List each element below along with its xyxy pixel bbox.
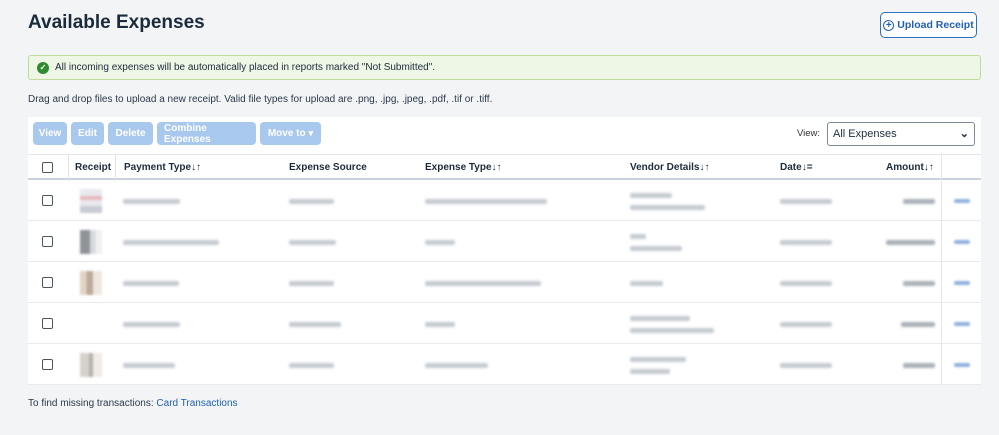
column-amount[interactable]: Amount↓↑ xyxy=(886,162,934,173)
row-checkbox[interactable] xyxy=(42,195,53,206)
row-actions[interactable] xyxy=(954,281,970,285)
column-receipt: Receipt xyxy=(75,162,112,173)
chevron-down-icon: ⌄ xyxy=(959,128,969,140)
footer-text: To find missing transactions: xyxy=(28,398,154,409)
row-actions[interactable] xyxy=(954,199,970,203)
row-actions[interactable] xyxy=(954,363,970,367)
table-toolbar: View Edit Delete Combine Expenses Move t… xyxy=(33,122,321,145)
table-row[interactable] xyxy=(28,304,981,344)
alert-message: All incoming expenses will be automatica… xyxy=(55,62,436,73)
move-to-label: Move to xyxy=(267,128,306,139)
move-to-button[interactable]: Move to ▾ xyxy=(260,122,321,145)
view-button[interactable]: View xyxy=(33,122,67,145)
row-actions[interactable] xyxy=(954,240,970,244)
sort-icon: ↓= xyxy=(801,162,813,173)
table-row[interactable] xyxy=(28,345,981,385)
delete-button[interactable]: Delete xyxy=(108,122,153,145)
card-transactions-link[interactable]: Card Transactions xyxy=(156,398,237,409)
receipt-thumbnail[interactable] xyxy=(80,189,102,213)
edit-button[interactable]: Edit xyxy=(71,122,104,145)
column-divider xyxy=(68,155,69,181)
chevron-down-icon: ▾ xyxy=(308,128,314,138)
table-row[interactable] xyxy=(28,181,981,221)
upload-receipt-button[interactable]: + Upload Receipt xyxy=(880,12,977,38)
add-circle-icon: + xyxy=(883,19,895,31)
info-alert: ✓ All incoming expenses will be automati… xyxy=(28,55,981,80)
row-checkbox[interactable] xyxy=(42,318,53,329)
column-vendor-details[interactable]: Vendor Details↓↑ xyxy=(630,162,709,173)
row-checkbox[interactable] xyxy=(42,236,53,247)
sort-icon: ↓↑ xyxy=(923,162,934,173)
table-row[interactable] xyxy=(28,222,981,262)
sort-icon: ↓↑ xyxy=(191,162,202,173)
upload-hint: Drag and drop files to upload a new rece… xyxy=(28,94,493,105)
upload-receipt-label: Upload Receipt xyxy=(897,19,974,31)
page-title: Available Expenses xyxy=(28,12,205,33)
table-row[interactable] xyxy=(28,263,981,303)
receipt-thumbnail[interactable] xyxy=(80,353,102,377)
column-date[interactable]: Date↓= xyxy=(780,162,813,173)
combine-expenses-button[interactable]: Combine Expenses xyxy=(157,122,256,145)
footer-note: To find missing transactions: Card Trans… xyxy=(28,398,238,409)
row-checkbox[interactable] xyxy=(42,277,53,288)
view-filter-select[interactable]: All Expenses ⌄ xyxy=(827,122,975,146)
receipt-thumbnail[interactable] xyxy=(80,230,102,254)
view-filter-label: View: xyxy=(797,128,821,139)
row-actions[interactable] xyxy=(954,322,970,326)
check-circle-icon: ✓ xyxy=(37,61,49,74)
receipt-thumbnail[interactable] xyxy=(80,271,102,295)
column-divider xyxy=(115,155,116,181)
table-header: Receipt Payment Type↓↑ Expense Source Ex… xyxy=(28,154,981,181)
view-filter-value: All Expenses xyxy=(833,128,897,140)
sort-icon: ↓↑ xyxy=(699,162,710,173)
column-payment-type[interactable]: Payment Type↓↑ xyxy=(124,162,201,173)
select-all-checkbox[interactable] xyxy=(42,162,53,173)
row-checkbox[interactable] xyxy=(42,359,53,370)
column-expense-source: Expense Source xyxy=(289,162,367,173)
column-expense-type[interactable]: Expense Type↓↑ xyxy=(425,162,502,173)
expenses-table-panel: View Edit Delete Combine Expenses Move t… xyxy=(28,117,981,385)
sort-icon: ↓↑ xyxy=(491,162,502,173)
